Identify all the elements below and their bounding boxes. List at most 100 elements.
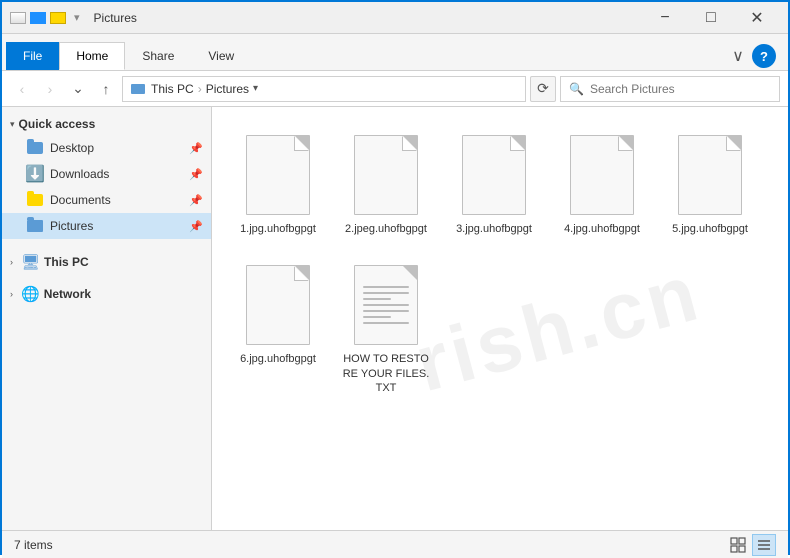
file-name-file6: 6.jpg.uhofbgpgt bbox=[240, 352, 316, 366]
tab-share[interactable]: Share bbox=[125, 42, 191, 70]
file-item-file5[interactable]: 5.jpg.uhofbgpgt bbox=[660, 123, 760, 245]
file-name-file4: 4.jpg.uhofbgpgt bbox=[564, 222, 640, 236]
generic-file-icon bbox=[246, 135, 310, 215]
status-item-count: 7 items bbox=[14, 538, 726, 552]
file-name-file7: HOW TO RESTORE YOUR FILES.TXT bbox=[341, 352, 431, 395]
back-button[interactable]: ‹ bbox=[10, 77, 34, 101]
sidebar-item-label-documents: Documents bbox=[50, 193, 185, 207]
file-item-file7[interactable]: HOW TO RESTORE YOUR FILES.TXT bbox=[336, 253, 436, 404]
file-name-file5: 5.jpg.uhofbgpgt bbox=[672, 222, 748, 236]
recent-locations-button[interactable]: ⌄ bbox=[66, 77, 90, 101]
app-icon-3 bbox=[50, 12, 66, 24]
path-icon bbox=[131, 82, 145, 96]
sidebar-section-network[interactable]: › 🌐 Network bbox=[2, 279, 211, 307]
file-item-file3[interactable]: 3.jpg.uhofbgpgt bbox=[444, 123, 544, 245]
path-part-pictures[interactable]: Pictures bbox=[206, 82, 249, 96]
file-icon-file7 bbox=[350, 262, 422, 348]
generic-file-icon bbox=[246, 265, 310, 345]
sidebar-item-pictures[interactable]: Pictures 📌 bbox=[2, 213, 211, 239]
list-icon bbox=[756, 537, 772, 553]
title-bar-icons: ▾ bbox=[10, 11, 80, 24]
view-grid-button[interactable] bbox=[726, 534, 750, 556]
file-item-file6[interactable]: 6.jpg.uhofbgpgt bbox=[228, 253, 328, 404]
search-icon: 🔍 bbox=[569, 82, 584, 96]
generic-file-icon bbox=[678, 135, 742, 215]
sidebar-item-label-desktop: Desktop bbox=[50, 141, 185, 155]
file-icon-file6 bbox=[242, 262, 314, 348]
sidebar-item-documents[interactable]: Documents 📌 bbox=[2, 187, 211, 213]
pin-icon-documents: 📌 bbox=[189, 194, 203, 207]
file-name-file3: 3.jpg.uhofbgpgt bbox=[456, 222, 532, 236]
sidebar: ▾ Quick access Desktop 📌 ⬇️ Downloads 📌 … bbox=[2, 107, 212, 530]
refresh-button[interactable]: ⟳ bbox=[530, 76, 556, 102]
sidebar-section-label-network: Network bbox=[44, 287, 91, 301]
file-item-file2[interactable]: 2.jpeg.uhofbgpgt bbox=[336, 123, 436, 245]
documents-icon bbox=[26, 192, 44, 208]
view-list-button[interactable] bbox=[752, 534, 776, 556]
help-button[interactable]: ? bbox=[752, 44, 776, 68]
file-item-file4[interactable]: 4.jpg.uhofbgpgt bbox=[552, 123, 652, 245]
desktop-icon bbox=[26, 140, 44, 156]
window-controls: − □ ✕ bbox=[642, 2, 780, 34]
sidebar-section-label-quick-access: Quick access bbox=[19, 117, 96, 131]
sidebar-section-quick-access[interactable]: ▾ Quick access bbox=[2, 111, 211, 135]
chevron-right-icon: › bbox=[10, 257, 13, 267]
quick-access-arrow: ▾ bbox=[74, 11, 80, 24]
up-button[interactable]: ↑ bbox=[94, 77, 118, 101]
generic-file-icon bbox=[570, 135, 634, 215]
file-item-file1[interactable]: 1.jpg.uhofbgpgt bbox=[228, 123, 328, 245]
minimize-button[interactable]: − bbox=[642, 2, 688, 34]
thispc-section-icon: 🖥 bbox=[21, 253, 40, 271]
tab-file[interactable]: File bbox=[6, 42, 59, 70]
sidebar-section-thispc[interactable]: › 🖥 This PC bbox=[2, 247, 211, 275]
view-buttons bbox=[726, 534, 776, 556]
file-name-file2: 2.jpeg.uhofbgpgt bbox=[345, 222, 427, 236]
search-input[interactable] bbox=[590, 82, 771, 96]
forward-button[interactable]: › bbox=[38, 77, 62, 101]
text-file-icon bbox=[354, 265, 418, 345]
sidebar-section-label-thispc: This PC bbox=[44, 255, 89, 269]
file-icon-file4 bbox=[566, 132, 638, 218]
content-area: rish.cn 1.jpg.uhofbgpgt2.jpeg.uhofbgpgt3… bbox=[212, 107, 788, 530]
path-part-thispc[interactable]: This PC bbox=[151, 82, 194, 96]
file-icon-file5 bbox=[674, 132, 746, 218]
status-bar: 7 items bbox=[2, 530, 788, 558]
pin-icon-downloads: 📌 bbox=[189, 168, 203, 181]
ribbon-tabs: File Home Share View ∨ ? bbox=[2, 34, 788, 70]
ribbon-expand-button[interactable]: ∨ bbox=[724, 42, 752, 70]
file-icon-file2 bbox=[350, 132, 422, 218]
title-bar: ▾ Pictures − □ ✕ bbox=[2, 2, 788, 34]
address-path[interactable]: This PC › Pictures ▾ bbox=[122, 76, 526, 102]
pin-icon-desktop: 📌 bbox=[189, 142, 203, 155]
pin-icon-pictures: 📌 bbox=[189, 220, 203, 233]
main-layout: ▾ Quick access Desktop 📌 ⬇️ Downloads 📌 … bbox=[2, 107, 788, 530]
window-title: Pictures bbox=[94, 11, 642, 25]
tab-home[interactable]: Home bbox=[59, 42, 125, 70]
sidebar-item-downloads[interactable]: ⬇️ Downloads 📌 bbox=[2, 161, 211, 187]
generic-file-icon bbox=[354, 135, 418, 215]
file-name-file1: 1.jpg.uhofbgpgt bbox=[240, 222, 316, 236]
tab-view[interactable]: View bbox=[191, 42, 251, 70]
file-icon-file1 bbox=[242, 132, 314, 218]
chevron-right-icon-network: › bbox=[10, 289, 13, 299]
sidebar-item-label-downloads: Downloads bbox=[50, 167, 185, 181]
generic-file-icon bbox=[462, 135, 526, 215]
sidebar-item-label-pictures: Pictures bbox=[50, 219, 185, 233]
sidebar-item-desktop[interactable]: Desktop 📌 bbox=[2, 135, 211, 161]
app-icon-2 bbox=[30, 12, 46, 24]
search-box[interactable]: 🔍 bbox=[560, 76, 780, 102]
file-items-container: 1.jpg.uhofbgpgt 2.jpeg.uhofbgpgt 3.jpg.uho… bbox=[228, 123, 772, 404]
grid-icon bbox=[730, 537, 746, 553]
network-section-icon: 🌐 bbox=[21, 285, 40, 303]
pictures-icon bbox=[26, 218, 44, 234]
chevron-down-icon: ▾ bbox=[10, 119, 15, 130]
app-icon-1 bbox=[10, 12, 26, 24]
maximize-button[interactable]: □ bbox=[688, 2, 734, 34]
downloads-icon: ⬇️ bbox=[26, 166, 44, 182]
ribbon: File Home Share View ∨ ? bbox=[2, 34, 788, 71]
file-icon-file3 bbox=[458, 132, 530, 218]
path-dropdown-button[interactable]: ▾ bbox=[253, 83, 258, 94]
close-button[interactable]: ✕ bbox=[734, 2, 780, 34]
address-bar: ‹ › ⌄ ↑ This PC › Pictures ▾ ⟳ 🔍 bbox=[2, 71, 788, 107]
ribbon-right: ∨ ? bbox=[724, 42, 784, 70]
